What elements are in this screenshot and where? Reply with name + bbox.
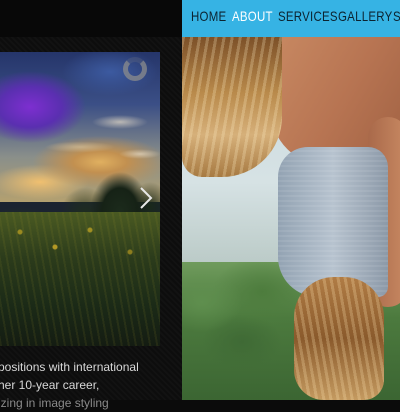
loading-spinner-icon xyxy=(123,57,147,81)
nav-item-partial[interactable]: S xyxy=(393,8,400,28)
main-navigation: HOME ABOUT SERVICES GALLERY S xyxy=(182,0,400,37)
slide-image-clouds xyxy=(0,92,160,172)
slide-image-field xyxy=(0,212,160,346)
left-content-panel: positions with international her 10-year… xyxy=(0,0,182,410)
nav-item-home[interactable]: HOME xyxy=(191,8,226,28)
chevron-right-icon[interactable] xyxy=(137,186,155,210)
nav-item-services[interactable]: SERVICES xyxy=(278,8,338,28)
hero-figure-hair-top xyxy=(182,37,282,177)
hero-photo xyxy=(182,37,400,400)
hero-figure-hair-bottom xyxy=(294,277,384,400)
photo-slideshow[interactable] xyxy=(0,52,160,346)
header-dark-strip xyxy=(0,0,182,37)
about-text-line: positions with international xyxy=(0,360,139,374)
about-text-line: her 10-year career, xyxy=(0,378,100,392)
hero-figure-dress xyxy=(278,147,388,297)
nav-item-gallery[interactable]: GALLERY xyxy=(338,8,392,28)
about-text-line: izing in image styling xyxy=(0,396,109,410)
nav-item-about[interactable]: ABOUT xyxy=(232,8,273,28)
about-body-text: positions with international her 10-year… xyxy=(0,358,178,412)
